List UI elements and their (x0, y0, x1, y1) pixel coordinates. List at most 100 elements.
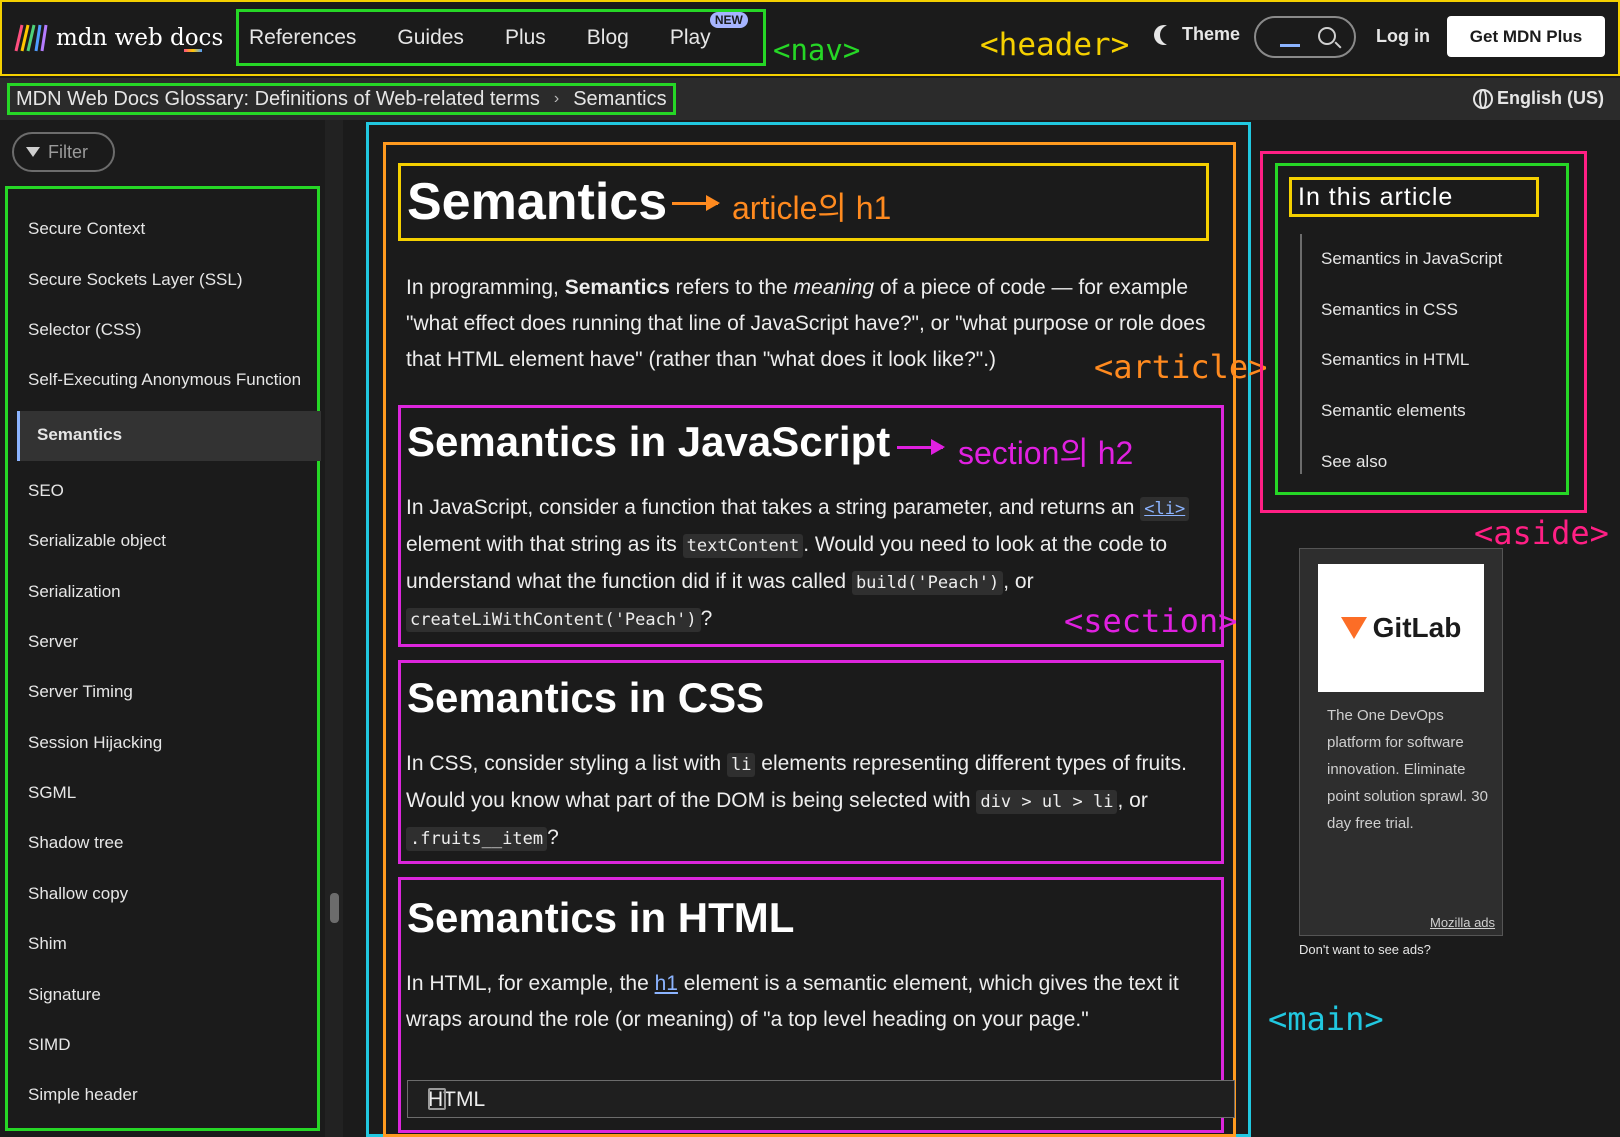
inline-code: build('Peach') (851, 571, 1004, 595)
text: ? (547, 826, 559, 849)
sidebar-item[interactable]: Session Hijacking (28, 733, 162, 753)
annotation-article: <article> (1094, 348, 1268, 386)
sidebar-scrollbar-thumb[interactable] (330, 893, 339, 923)
sidebar-item[interactable]: Self-Executing Anonymous Function (28, 370, 301, 390)
copy-clipboard-icon[interactable] (428, 1088, 446, 1110)
toc-item[interactable]: Semantic elements (1321, 401, 1466, 421)
mdn-m-icon (14, 24, 48, 52)
globe-icon (1473, 88, 1493, 109)
search-icon[interactable] (1318, 27, 1336, 45)
section-paragraph: In HTML, for example, the h1 element is … (406, 966, 1226, 1038)
sidebar-item[interactable]: Shallow copy (28, 884, 128, 904)
sidebar-item[interactable]: SIMD (28, 1035, 71, 1055)
text: element with that string as its (406, 533, 683, 556)
annotation-header: <header> (980, 27, 1130, 63)
sidebar-item[interactable]: Serialization (28, 582, 121, 602)
filter-icon (26, 147, 40, 157)
inline-code: li (726, 753, 756, 777)
nav-blog[interactable]: Blog (587, 26, 629, 50)
sidebar-item[interactable]: Secure Context (28, 219, 145, 239)
sidebar-item[interactable]: SGML (28, 783, 76, 803)
breadcrumb: MDN Web Docs Glossary: Definitions of We… (7, 83, 676, 115)
section-paragraph: In CSS, consider styling a list with li … (406, 746, 1226, 857)
section-heading: Semantics in CSS (407, 674, 765, 721)
text: , or (1003, 570, 1034, 593)
sidebar-item-label: Semantics (37, 425, 123, 444)
ad-brand: GitLab (1372, 612, 1462, 643)
sidebar-item[interactable]: Shadow tree (28, 833, 123, 853)
filter-label: Filter (48, 141, 88, 162)
nav-play-label: Play (669, 25, 711, 49)
sidebar-scrollbar[interactable] (325, 120, 343, 1137)
no-ads-link[interactable]: Don't want to see ads? (1299, 942, 1431, 957)
sidebar-item[interactable]: Server Timing (28, 682, 133, 702)
theme-label: Theme (1182, 24, 1241, 44)
sidebar-item[interactable]: Server (28, 632, 78, 652)
annotation-section-h2: section의 h2 (958, 435, 1134, 471)
sidebar-item[interactable]: Simple header (28, 1085, 138, 1105)
language-label: English (US) (1497, 88, 1604, 108)
nav-guides[interactable]: Guides (397, 26, 464, 50)
toc-item[interactable]: Semantics in CSS (1321, 300, 1458, 320)
text: In JavaScript, consider a function that … (406, 496, 1141, 519)
breadcrumb-parent[interactable]: MDN Web Docs Glossary: Definitions of We… (16, 88, 540, 111)
chevron-right-icon: › (553, 90, 560, 107)
arrow-right-icon (672, 195, 720, 211)
sidebar-item[interactable]: Secure Sockets Layer (SSL) (28, 270, 242, 290)
sidebar-item[interactable]: Signature (28, 985, 101, 1005)
inline-code: div > ul > li (976, 790, 1118, 814)
inline-code: createLiWithContent('Peach') (406, 608, 701, 632)
toc-item[interactable]: See also (1321, 452, 1387, 472)
text: In HTML, for example, the (406, 972, 655, 995)
mozilla-ads-link[interactable]: Mozilla ads (1430, 915, 1495, 930)
nav-plus[interactable]: Plus (505, 26, 546, 50)
code-link[interactable]: <li> (1140, 497, 1190, 521)
text: In CSS, consider styling a list with (406, 752, 727, 775)
login-link[interactable]: Log in (1376, 26, 1430, 47)
sidebar-item[interactable]: Selector (CSS) (28, 320, 141, 340)
text: ? (700, 607, 713, 630)
sidebar-item-active[interactable]: Semantics (17, 411, 321, 461)
theme-toggle[interactable]: Theme (1154, 24, 1240, 45)
inline-code: textContent (682, 534, 804, 558)
section-heading: Semantics in JavaScript (407, 418, 891, 465)
toc-item[interactable]: Semantics in HTML (1321, 350, 1469, 370)
search-input[interactable] (1254, 16, 1356, 58)
code-example-header: HTML (407, 1080, 1235, 1118)
arrow-right-icon (897, 439, 945, 455)
annotation-article-h1: article의 h1 (732, 190, 892, 226)
inline-code: .fruits__item (406, 827, 548, 851)
toc-title: In this article (1298, 183, 1454, 211)
sidebar-item[interactable]: Shim (28, 934, 67, 954)
logo-underline (184, 49, 202, 52)
annotation-aside: <aside> (1474, 514, 1609, 552)
italic-term: meaning (793, 276, 875, 299)
language-switcher[interactable]: English (US) (1473, 88, 1604, 109)
page-title: Semantics (407, 173, 668, 231)
toc-item[interactable]: Semantics in JavaScript (1321, 249, 1502, 269)
sidebar-item[interactable]: SEO (28, 481, 64, 501)
moon-icon (1160, 25, 1180, 45)
sidebar-item[interactable]: Serializable object (28, 531, 166, 551)
annotation-main: <main> (1268, 1000, 1384, 1038)
annotation-nav: <nav> (773, 33, 861, 67)
nav-play[interactable]: Play NEW (669, 11, 748, 50)
gitlab-fox-icon (1340, 617, 1367, 639)
search-cursor (1280, 44, 1300, 47)
nav-references[interactable]: References (249, 26, 356, 50)
bold-term: Semantics (564, 276, 670, 299)
breadcrumb-current[interactable]: Semantics (573, 88, 666, 111)
toc-divider (1300, 234, 1302, 474)
get-mdn-plus-button[interactable]: Get MDN Plus (1447, 16, 1605, 57)
text: refers to the (669, 276, 794, 299)
new-badge: NEW (709, 11, 748, 28)
h1-link[interactable]: h1 (655, 972, 678, 995)
logo-text: mdn web docs (56, 25, 224, 51)
ad-text[interactable]: The One DevOps platform for software inn… (1327, 702, 1492, 837)
text: In programming, (406, 276, 565, 299)
text: , or (1117, 789, 1148, 812)
sidebar-filter-button[interactable]: Filter (12, 132, 115, 172)
annotation-section: <section> (1064, 602, 1238, 640)
gitlab-ad-logo[interactable]: GitLab (1318, 564, 1484, 692)
section-heading: Semantics in HTML (407, 894, 795, 941)
